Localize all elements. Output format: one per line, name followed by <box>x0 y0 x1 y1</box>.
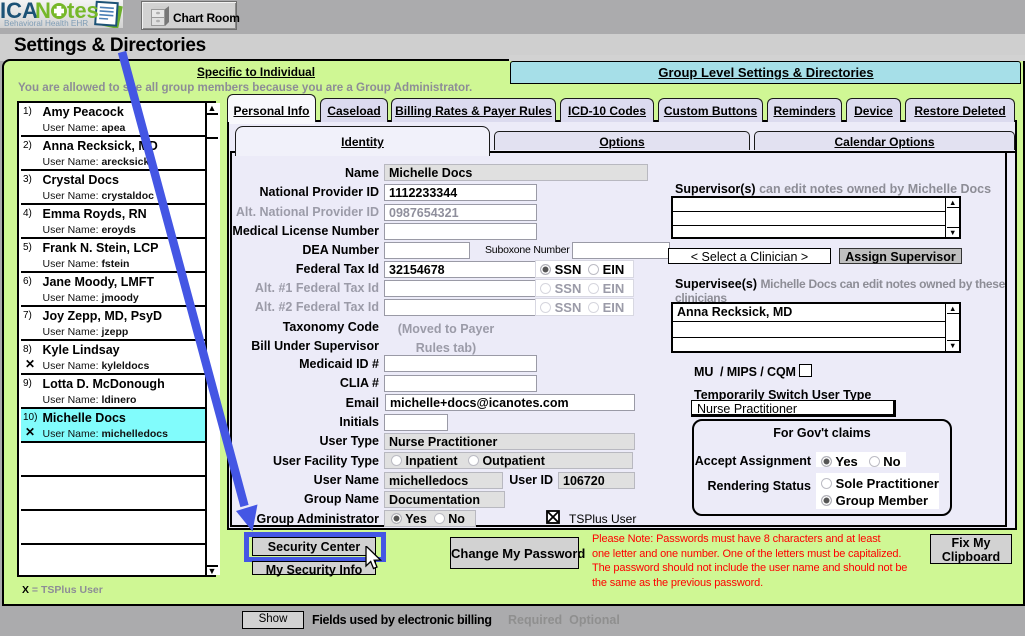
svg-text:Behavioral Health EHR: Behavioral Health EHR <box>4 19 88 28</box>
